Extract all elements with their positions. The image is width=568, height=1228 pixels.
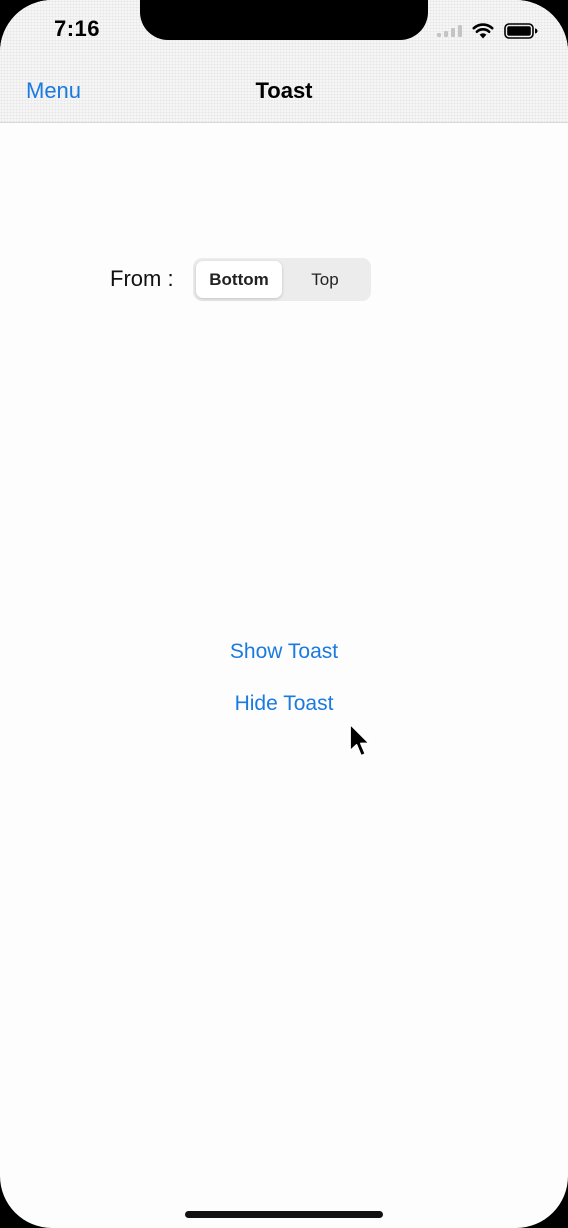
from-label: From : <box>110 266 174 291</box>
segment-bottom[interactable]: Bottom <box>196 261 282 298</box>
menu-back-button[interactable]: Menu <box>26 78 81 104</box>
device-notch <box>140 0 428 40</box>
home-indicator[interactable] <box>185 1211 383 1218</box>
hide-toast-button[interactable]: Hide Toast <box>235 692 334 715</box>
wifi-icon <box>472 23 494 39</box>
status-time: 7:16 <box>54 16 101 41</box>
hide-toast-row: Hide Toast <box>0 692 568 716</box>
position-segmented-control[interactable]: Bottom Top <box>193 258 371 301</box>
signal-icon <box>437 25 462 37</box>
status-icons <box>437 20 538 42</box>
page-title: Toast <box>255 78 313 103</box>
mouse-pointer-icon <box>348 723 372 764</box>
phone-screen: 7:16 Menu Toast From: Bottom Top Show T… <box>0 0 568 1228</box>
battery-icon <box>504 23 538 39</box>
show-toast-row: Show Toast <box>0 640 568 664</box>
show-toast-button[interactable]: Show Toast <box>230 640 338 663</box>
segment-top[interactable]: Top <box>282 261 368 298</box>
